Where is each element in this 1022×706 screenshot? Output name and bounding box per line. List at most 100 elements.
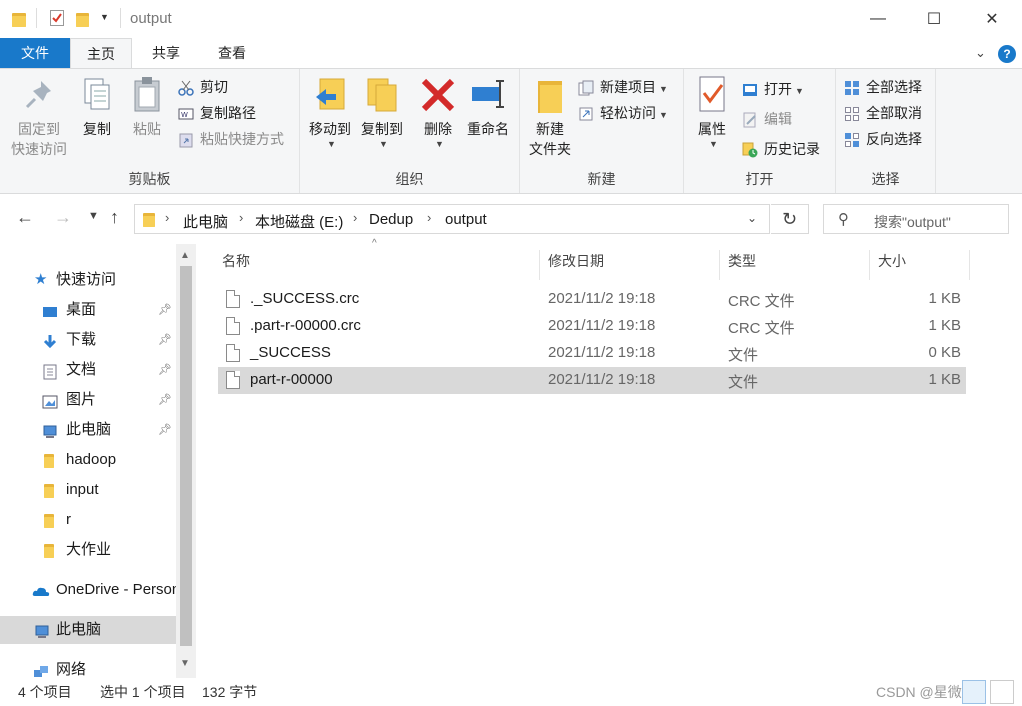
help-icon[interactable]: ?: [998, 45, 1016, 63]
large-icons-view-icon[interactable]: [990, 680, 1014, 704]
history-icon: [742, 141, 758, 158]
open-icon: [742, 81, 758, 97]
invert-selection-label: 反向选择: [866, 131, 922, 147]
column-header-name[interactable]: 名称: [214, 250, 540, 280]
nav-this-pc[interactable]: 此电脑: [0, 616, 176, 644]
scroll-up-arrow-icon[interactable]: ▲: [180, 250, 190, 261]
nav-item-documents[interactable]: 文档 📌︎: [0, 356, 176, 384]
nav-onedrive-label: OneDrive - Personal: [56, 581, 176, 598]
nav-item-big-assignment[interactable]: 大作业: [0, 536, 176, 564]
paste-label: 粘贴: [133, 121, 161, 137]
column-header-modified[interactable]: 修改日期: [540, 250, 720, 280]
pin-icon[interactable]: 📌︎: [158, 416, 172, 444]
paste-button[interactable]: 粘贴: [124, 75, 170, 139]
scroll-down-arrow-icon[interactable]: ▼: [180, 658, 190, 669]
tab-share[interactable]: 共享: [136, 38, 196, 68]
column-header-size[interactable]: 大小: [870, 250, 970, 280]
star-icon: ★: [34, 271, 48, 288]
copy-icon: [79, 75, 115, 115]
folder-icon: [12, 11, 26, 27]
maximize-button[interactable]: ☐: [906, 0, 962, 38]
column-header-type[interactable]: 类型: [720, 250, 870, 280]
file-row[interactable]: .part-r-00000.crc 2021/11/2 19:18 CRC 文件…: [218, 313, 966, 340]
tab-file[interactable]: 文件: [0, 38, 70, 68]
minimize-button[interactable]: —: [850, 0, 906, 38]
nav-item-pictures[interactable]: 图片 📌︎: [0, 386, 176, 414]
breadcrumb-this-pc[interactable]: 此电脑: [183, 211, 228, 232]
new-item-button[interactable]: 新建项目 ▼: [578, 75, 668, 99]
address-bar[interactable]: › 此电脑 › 本地磁盘 (E:) › Dedup › output ⌄: [134, 204, 770, 234]
file-row[interactable]: ._SUCCESS.crc 2021/11/2 19:18 CRC 文件 1 K…: [218, 286, 966, 313]
file-row-selected[interactable]: part-r-00000 2021/11/2 19:18 文件 1 KB: [218, 367, 966, 394]
nav-item-this-pc-pinned[interactable]: 此电脑 📌︎: [0, 416, 176, 444]
paste-icon: [129, 75, 165, 115]
tab-view[interactable]: 查看: [202, 38, 262, 68]
address-row: ← → ▼ ↑ › 此电脑 › 本地磁盘 (E:) › Dedup › outp…: [0, 194, 1022, 244]
file-icon: [226, 290, 240, 308]
pin-icon[interactable]: 📌︎: [158, 386, 172, 414]
nav-onedrive[interactable]: OneDrive - Personal: [0, 576, 176, 604]
up-arrow-icon[interactable]: ↑: [110, 207, 119, 228]
properties-quick-icon[interactable]: [50, 10, 64, 26]
nav-quick-access[interactable]: ★ 快速访问: [0, 266, 176, 294]
edit-button[interactable]: 编辑: [742, 107, 792, 131]
move-to-button[interactable]: 移动到 ▼: [304, 75, 356, 149]
quick-access-dropdown-icon[interactable]: ▼: [100, 12, 109, 22]
breadcrumb-separator-icon: ›: [427, 210, 432, 225]
pin-icon[interactable]: 📌︎: [158, 296, 172, 324]
pin-label-1: 固定到: [18, 121, 60, 137]
recent-locations-chevron-icon[interactable]: ▼: [88, 210, 99, 222]
nav-item-label: input: [66, 481, 99, 498]
tab-home[interactable]: 主页: [70, 38, 132, 69]
computer-icon: [42, 422, 58, 438]
copy-path-button[interactable]: W 复制路径: [178, 101, 256, 125]
refresh-icon[interactable]: ↻: [771, 204, 809, 234]
nav-scrollbar-thumb[interactable]: [180, 266, 192, 646]
history-button[interactable]: 历史记录: [742, 137, 820, 161]
copy-to-button[interactable]: 复制到 ▼: [356, 75, 408, 149]
delete-label: 删除: [424, 121, 452, 137]
details-view-icon[interactable]: [962, 680, 986, 704]
nav-item-hadoop[interactable]: hadoop: [0, 446, 176, 474]
nav-scrollbar[interactable]: ▲ ▼: [176, 244, 196, 678]
rename-button[interactable]: 重命名: [462, 75, 514, 139]
new-folder-quick-icon[interactable]: [76, 11, 89, 27]
select-group-label: 选择: [871, 171, 900, 187]
nav-item-input[interactable]: input: [0, 476, 176, 504]
forward-arrow-icon[interactable]: →: [54, 207, 72, 228]
file-name: .part-r-00000.crc: [250, 317, 361, 334]
file-size: 1 KB: [928, 290, 961, 307]
file-type: CRC 文件: [728, 293, 795, 310]
nav-item-r[interactable]: r: [0, 506, 176, 534]
select-none-button[interactable]: 全部取消: [844, 101, 922, 125]
breadcrumb-output[interactable]: output: [445, 211, 487, 228]
breadcrumb-drive-e[interactable]: 本地磁盘 (E:): [255, 211, 343, 232]
easy-access-button[interactable]: 轻松访问 ▼: [578, 101, 668, 125]
back-arrow-icon[interactable]: ←: [16, 207, 34, 228]
search-input[interactable]: ⚲ 搜索"output": [823, 204, 1009, 234]
nav-item-desktop[interactable]: 桌面 📌︎: [0, 296, 176, 324]
properties-button[interactable]: 属性 ▼: [688, 75, 736, 149]
folder-icon: [44, 482, 54, 498]
invert-selection-button[interactable]: 反向选择: [844, 127, 922, 151]
nav-item-downloads[interactable]: 下载 📌︎: [0, 326, 176, 354]
pin-icon[interactable]: 📌︎: [158, 356, 172, 384]
new-folder-button[interactable]: 新建 文件夹: [524, 75, 576, 159]
copy-button[interactable]: 复制: [74, 75, 120, 139]
pin-quick-access-button[interactable]: 固定到 快速访问: [6, 75, 72, 159]
file-modified: 2021/11/2 19:18: [548, 371, 656, 388]
pin-icon: [21, 75, 57, 115]
collapse-ribbon-icon[interactable]: ⌄: [975, 45, 986, 61]
address-dropdown-chevron-icon[interactable]: ⌄: [747, 211, 757, 225]
paste-shortcut-button[interactable]: 粘贴快捷方式: [178, 127, 284, 151]
status-selection: 选中 1 个项目: [100, 684, 186, 700]
open-button[interactable]: 打开 ▼: [742, 77, 804, 101]
close-button[interactable]: ✕: [964, 0, 1020, 38]
file-row[interactable]: _SUCCESS 2021/11/2 19:18 文件 0 KB: [218, 340, 966, 367]
select-all-button[interactable]: 全部选择: [844, 75, 922, 99]
delete-button[interactable]: 删除 ▼: [416, 75, 460, 149]
delete-x-icon: [420, 75, 456, 115]
pin-icon[interactable]: 📌︎: [158, 326, 172, 354]
cut-button[interactable]: 剪切: [178, 75, 228, 99]
breadcrumb-dedup[interactable]: Dedup: [369, 211, 413, 228]
